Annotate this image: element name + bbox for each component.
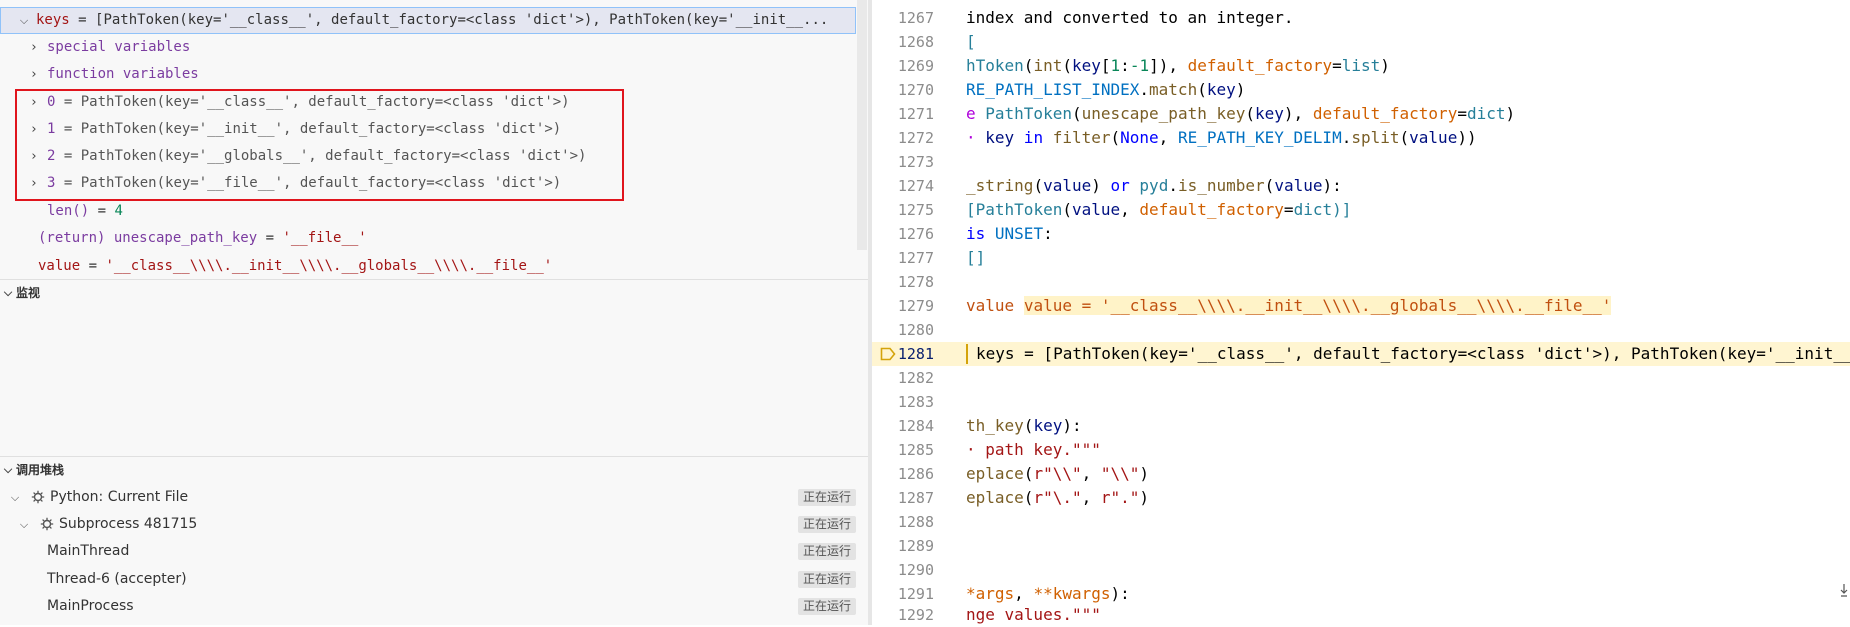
code-line: 1285 · path key.""" (897, 440, 1101, 459)
status-badge: 正在运行 (797, 571, 856, 588)
callstack-section-header[interactable]: ⌵ 调用堆栈 (0, 458, 868, 482)
code-line: 1277 [] (897, 248, 986, 267)
code-line: 1280 (897, 321, 934, 339)
code-line: 1273 (897, 153, 934, 171)
callstack-row[interactable]: ⌵ Subprocess 481715 正在运行 (0, 511, 868, 538)
variable-row-keys[interactable]: ⌵ keys = [PathToken(key='__class__', def… (0, 7, 856, 34)
special-variables-row[interactable]: › special variables (0, 34, 856, 61)
code-line: 1288 (897, 513, 934, 531)
debug-sidebar: ⌵ keys = [PathToken(key='__class__', def… (0, 0, 869, 625)
code-line: 1287 eplace(r"\.", r".") (897, 488, 1150, 507)
function-variables-row[interactable]: › function variables (0, 61, 856, 88)
scroll-marker-icon (1840, 584, 1848, 597)
status-badge: 正在运行 (797, 489, 856, 506)
chevron-down-icon[interactable]: ⌵ (2, 458, 14, 482)
variable-value: [PathToken(key='__class__', default_fact… (95, 12, 829, 28)
callstack-row[interactable]: MainProcess 正在运行 (0, 593, 868, 620)
variable-name: keys (36, 12, 70, 28)
chevron-down-icon[interactable]: ⌵ (18, 7, 30, 34)
code-editor[interactable]: 1267 index and converted to an integer. … (872, 0, 1850, 625)
variables-scrollbar[interactable] (857, 0, 867, 250)
variable-return-row[interactable]: (return) unescape_path_key = '__file__' (0, 225, 856, 252)
code-line: 1269 hToken(int(key[1:-1]), default_fact… (897, 56, 1390, 75)
status-badge: 正在运行 (797, 516, 856, 533)
chevron-right-icon[interactable]: › (28, 34, 40, 61)
code-line: 1286 eplace(r"\\", "\\") (897, 464, 1150, 483)
status-badge: 正在运行 (797, 598, 856, 615)
chevron-right-icon[interactable]: › (28, 61, 40, 88)
code-line: 1289 (897, 537, 934, 555)
code-line: 1268 [ (897, 32, 976, 51)
variable-value-row[interactable]: value = '__class__\\\\.__init__\\\\.__gl… (0, 253, 856, 280)
code-line: 1283 (897, 393, 934, 411)
code-line: 1267 index and converted to an integer. (897, 8, 1294, 27)
callstack-row[interactable]: ⌵ Python: Current File 正在运行 (0, 484, 868, 511)
code-line: 1284 th_key(key): (897, 416, 1082, 435)
text-cursor (966, 344, 968, 364)
code-line: 1278 (897, 273, 934, 291)
code-line: 1290 (897, 561, 934, 579)
code-line: 1274 _string(value) or pyd.is_number(val… (897, 176, 1342, 195)
variable-len-row[interactable]: len() = 4 (0, 198, 856, 225)
code-line: 1275 [PathToken(value, default_factory=d… (897, 200, 1352, 219)
code-line: 1292 nge values.""" (897, 605, 1101, 624)
code-line: 1270 RE_PATH_LIST_INDEX.match(key) (897, 80, 1246, 99)
debug-gear-icon (31, 490, 45, 504)
code-line: 1271 e PathToken(unescape_path_key(key),… (897, 104, 1516, 123)
code-line: 1272 · key in filter(None, RE_PATH_KEY_D… (897, 128, 1477, 147)
inline-value-hint: value = '__class__\\\\.__init__\\\\.__gl… (1023, 296, 1612, 315)
highlight-box (15, 89, 624, 201)
divider (0, 279, 868, 280)
code-line: 1276 is UNSET: (897, 224, 1053, 243)
callstack-row[interactable]: MainThread 正在运行 (0, 538, 868, 565)
debug-gear-icon (40, 517, 54, 531)
current-execution-line: 1281 keys = [PathToken(key='__class__', … (872, 342, 1850, 366)
watch-section-header[interactable]: ⌵ 监视 (0, 281, 868, 305)
chevron-down-icon[interactable]: ⌵ (9, 484, 21, 511)
chevron-down-icon[interactable]: ⌵ (18, 511, 30, 538)
chevron-down-icon[interactable]: ⌵ (2, 281, 14, 305)
divider (0, 456, 868, 457)
code-line: 1282 (897, 369, 934, 387)
code-line: 1279 value value = '__class__\\\\.__init… (897, 296, 1612, 315)
callstack-row[interactable]: Thread-6 (accepter) 正在运行 (0, 566, 868, 593)
status-badge: 正在运行 (797, 543, 856, 560)
